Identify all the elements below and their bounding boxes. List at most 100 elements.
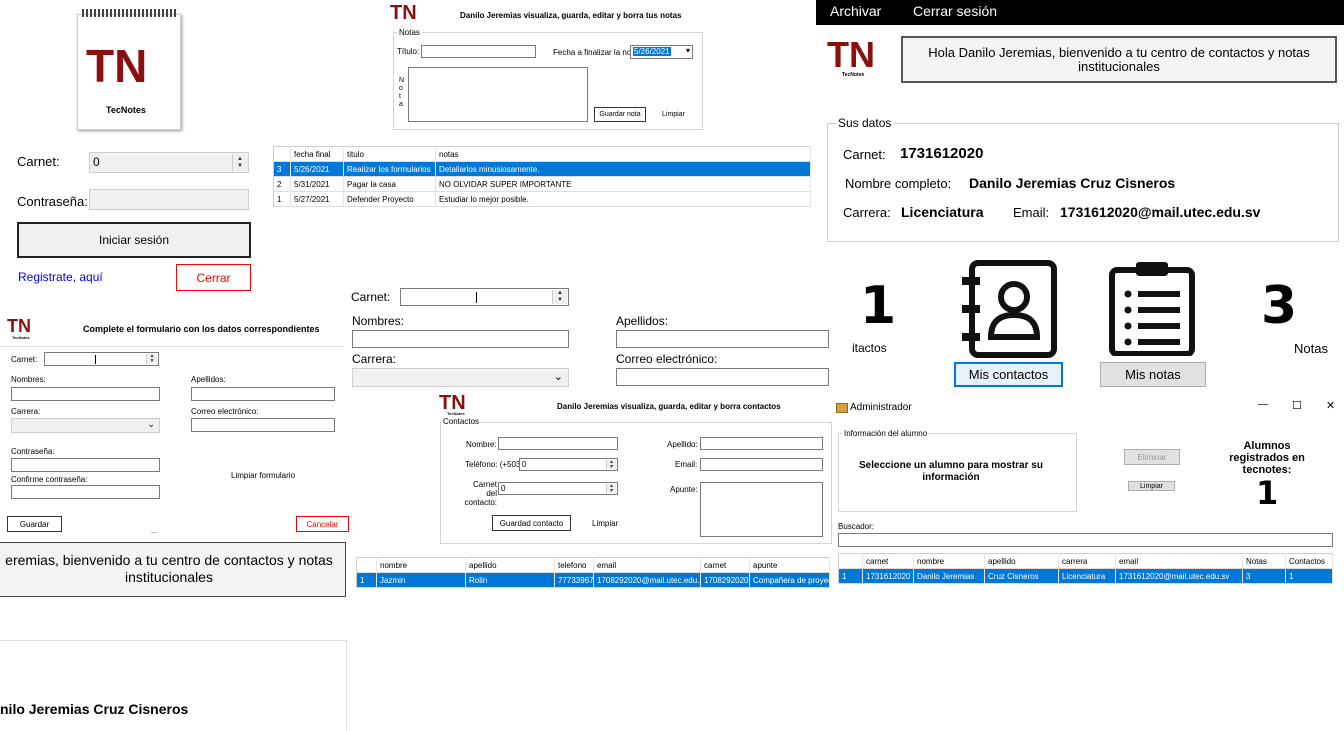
maximize-icon[interactable]: ☐ [1292, 399, 1302, 412]
contact-carnet-value: 0 [501, 484, 506, 493]
password-input[interactable] [11, 458, 160, 472]
confirm-password-input[interactable] [11, 485, 160, 499]
menu-bar: Archivar Cerrar sesión [816, 0, 1344, 25]
contacts-table[interactable]: nombre apellido telefono email carnet ap… [356, 557, 830, 588]
date-label: Fecha a finalizar la nota: [553, 48, 641, 57]
register-header: Complete el formulario con los datos cor… [83, 324, 320, 334]
stepper-arrows-icon[interactable]: ▲ ▼ [552, 290, 567, 304]
stepper-arrows-icon[interactable]: ▲ ▼ [232, 154, 247, 171]
save-note-button[interactable]: Guardar nota [594, 107, 646, 122]
career-select[interactable]: ⌄ [352, 368, 569, 387]
register-link[interactable]: Registrate, aquí [18, 270, 103, 284]
carnet-stepper[interactable]: ▲ ▼ [400, 288, 569, 306]
column-header: apellido [984, 553, 1059, 569]
clipboard-list-icon [1109, 262, 1195, 356]
phone-value: 0 [522, 460, 527, 469]
logo-caption: TecNotes [12, 335, 30, 340]
career-value: Licenciatura [901, 204, 984, 220]
notes-table[interactable]: fecha final titulo notas 3 5/26/2021 Reali… [273, 146, 811, 207]
my-notes-button[interactable]: Mis notas [1100, 362, 1206, 387]
career-select[interactable]: ⌄ [11, 418, 160, 433]
table-row[interactable]: 1 Jazmin Rolin 77733967 1708292020@mail.utec… [356, 572, 830, 588]
contacts-count-suffix: itactos [852, 341, 887, 355]
save-button[interactable]: Guardar [7, 516, 62, 532]
names-input[interactable] [352, 330, 569, 348]
admin-titlebar: Administrador — ☐ ✕ [832, 396, 1344, 420]
minimize-icon[interactable]: — [1258, 399, 1268, 410]
column-header: carnet [700, 557, 750, 573]
search-input[interactable] [838, 533, 1333, 547]
note-textarea[interactable] [408, 67, 588, 122]
close-icon[interactable]: ✕ [1326, 399, 1335, 412]
menu-cerrar-sesion[interactable]: Cerrar sesión [913, 3, 997, 19]
table-row[interactable]: 1 5/27/2021 Defender Proyecto Estudiar lo m… [273, 191, 811, 207]
email-input[interactable] [700, 458, 823, 471]
clear-form-link[interactable]: Limpiar formulario [231, 471, 295, 480]
column-header: carnet [862, 553, 914, 569]
column-header: apellido [465, 557, 555, 573]
names-label: Nombres: [11, 375, 46, 384]
surname-input[interactable] [700, 437, 823, 450]
column-header [838, 553, 863, 569]
names-label: Nombres: [352, 314, 405, 328]
surnames-input[interactable] [616, 330, 829, 348]
table-header: carnet nombre apellido carrera email Not… [838, 553, 1333, 569]
save-contact-button[interactable]: Guardad contacto [492, 515, 571, 531]
calendar-dropdown-icon[interactable]: ▾ [686, 46, 690, 55]
name-label: Nombre: [466, 440, 497, 449]
login-button[interactable]: Iniciar sesión [17, 222, 251, 258]
password-label: Contraseña: [17, 194, 88, 209]
search-label: Buscador: [838, 522, 875, 531]
date-picker[interactable]: 5/26/2021 ▾ [630, 45, 693, 59]
email-input[interactable] [191, 418, 335, 432]
email-input[interactable] [616, 368, 829, 386]
table-header: fecha final titulo notas [273, 146, 811, 162]
delete-button[interactable]: Eliminar [1124, 449, 1180, 465]
column-header: apunte [749, 557, 830, 573]
name-input[interactable] [498, 437, 618, 450]
career-label: Carrera: [352, 352, 397, 366]
surnames-input[interactable] [191, 387, 335, 401]
stepper-arrows-icon[interactable]: ▲ ▼ [606, 483, 616, 493]
title-label: Título: [397, 47, 420, 56]
logo-letters: TN [827, 34, 875, 75]
note-textarea[interactable] [700, 482, 823, 537]
phone-stepper[interactable]: 0 ▲ ▼ [519, 458, 618, 471]
carnet-value: 0 [93, 155, 100, 169]
email-value: 1731612020@mail.utec.edu.sv [1060, 204, 1261, 220]
names-input[interactable] [11, 387, 160, 401]
menu-archivar[interactable]: Archivar [830, 3, 881, 19]
table-row[interactable]: 1 1731612020 Danilo Jeremias Cruz Cisneros L… [838, 568, 1333, 584]
title-input[interactable] [421, 45, 536, 58]
clear-note-button[interactable]: Limpiar [662, 111, 685, 118]
students-table[interactable]: carnet nombre apellido carrera email Not… [838, 553, 1333, 584]
my-contacts-button[interactable]: Mis contactos [954, 362, 1063, 387]
welcome-text: Hola Danilo Jeremias, bienvenido a tu ce… [928, 45, 1310, 74]
carnet-stepper[interactable]: 0 ▲ ▼ [89, 152, 249, 173]
column-header: notas [435, 146, 811, 162]
logo-letters: TN [86, 40, 148, 92]
welcome-banner: Hola Danilo Jeremias, bienvenido a tu ce… [901, 36, 1337, 83]
student-info-text: Seleccione un alumno para mostrar su inf… [859, 460, 1043, 483]
clear-button[interactable]: Limpiar [1128, 481, 1175, 491]
date-value: 5/26/2021 [633, 47, 671, 56]
column-header: fecha final [290, 146, 344, 162]
carnet-value: 1731612020 [900, 145, 984, 162]
column-header: email [1115, 553, 1243, 569]
table-row[interactable]: 2 5/31/2021 Pagar la casa NO OLVIDAR SUPER … [273, 176, 811, 192]
stepper-arrows-icon[interactable]: ▲ ▼ [146, 354, 157, 364]
column-header: titulo [343, 146, 436, 162]
cancel-button[interactable]: Cancelar [296, 516, 349, 532]
welcome-banner: eremias, bienvenido a tu centro de conta… [0, 542, 346, 597]
registered-count: 1 [1256, 474, 1279, 512]
contact-carnet-stepper[interactable]: 0 ▲ ▼ [498, 482, 618, 495]
note-label: Apunte: [670, 485, 698, 494]
stepper-arrows-icon[interactable]: ▲ ▼ [606, 459, 616, 469]
carnet-stepper[interactable]: ▲ ▼ [44, 352, 159, 366]
clear-contact-button[interactable]: Limpiar [592, 519, 618, 528]
ellipsis: ... [151, 528, 157, 535]
table-row[interactable]: 3 5/26/2021 Realizar los formularios Detall… [273, 161, 811, 177]
password-field[interactable] [89, 189, 249, 210]
close-button[interactable]: Cerrar [176, 264, 251, 291]
surnames-label: Apellidos: [616, 314, 669, 328]
